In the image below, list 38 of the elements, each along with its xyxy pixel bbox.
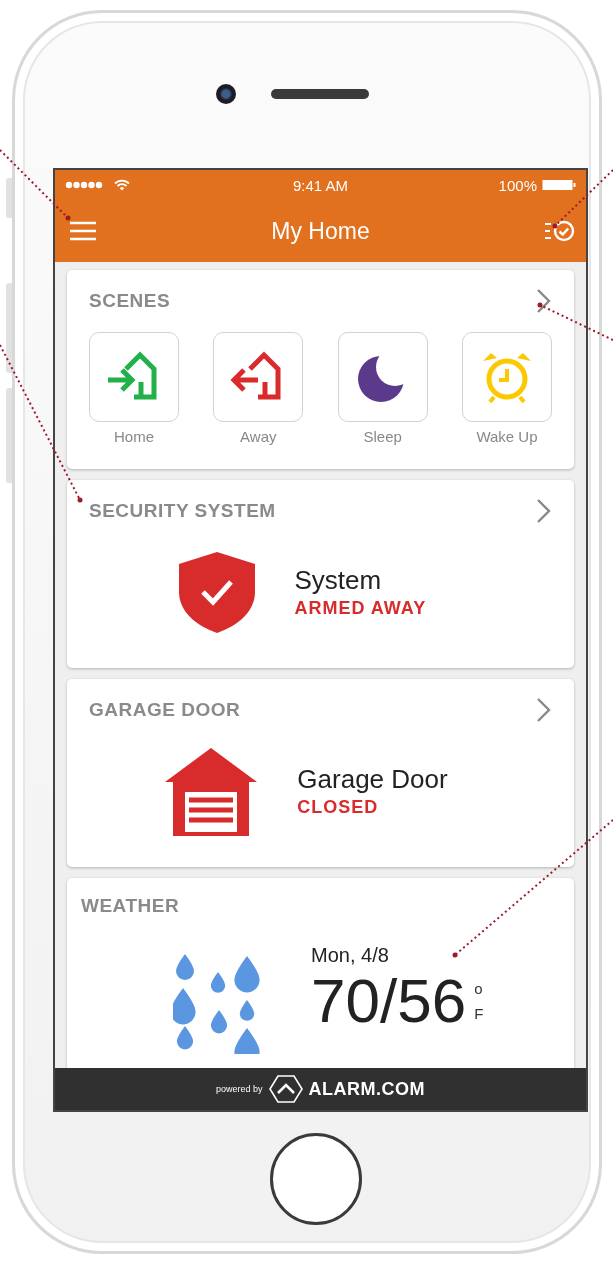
scene-button[interactable] bbox=[337, 332, 428, 422]
leader-line bbox=[0, 149, 71, 221]
battery-icon bbox=[542, 179, 576, 191]
chevron-icon[interactable] bbox=[536, 697, 552, 723]
status-time: 9:41 AM bbox=[292, 176, 348, 194]
side-button[interactable] bbox=[6, 283, 12, 373]
menu-icon bbox=[69, 221, 97, 241]
checklist-button[interactable] bbox=[544, 219, 576, 243]
battery-percent: 100% bbox=[498, 176, 537, 194]
scene-label: Away bbox=[240, 428, 277, 445]
logo-icon bbox=[268, 1074, 303, 1104]
scene-label: Wake Up bbox=[476, 428, 538, 445]
menu-button[interactable] bbox=[69, 221, 97, 241]
camera-icon bbox=[216, 84, 236, 104]
scene-button[interactable] bbox=[213, 332, 304, 422]
device-name: Garage Door bbox=[297, 764, 448, 795]
chevron-icon[interactable] bbox=[536, 498, 552, 524]
temperature-range: 70/56 bbox=[311, 967, 467, 1036]
card-title: SECURITY SYSTEM bbox=[89, 500, 276, 522]
screen-title: My Home bbox=[271, 217, 370, 245]
temperature-unit: F bbox=[474, 1005, 484, 1023]
shield-check-icon bbox=[176, 550, 257, 634]
card-title: GARAGE DOOR bbox=[89, 699, 241, 721]
brand-name: ALARM.COM bbox=[308, 1078, 425, 1100]
wifi-icon bbox=[114, 179, 130, 191]
degree-sign: o bbox=[474, 980, 484, 998]
powered-by-text: powered by bbox=[216, 1084, 263, 1094]
scene-label: Sleep bbox=[363, 428, 402, 445]
card-title: SCENES bbox=[89, 290, 171, 312]
device-status: ARMED AWAY bbox=[294, 598, 428, 619]
chevron-icon[interactable] bbox=[536, 288, 552, 314]
checklist-icon bbox=[544, 219, 576, 243]
leader-line bbox=[552, 169, 613, 229]
forecast-date: Mon, 4/8 bbox=[311, 944, 390, 967]
device-status: CLOSED bbox=[297, 797, 380, 818]
scene-label: Home bbox=[114, 428, 154, 445]
device-name: System bbox=[294, 565, 383, 596]
card-title: WEATHER bbox=[81, 895, 180, 917]
